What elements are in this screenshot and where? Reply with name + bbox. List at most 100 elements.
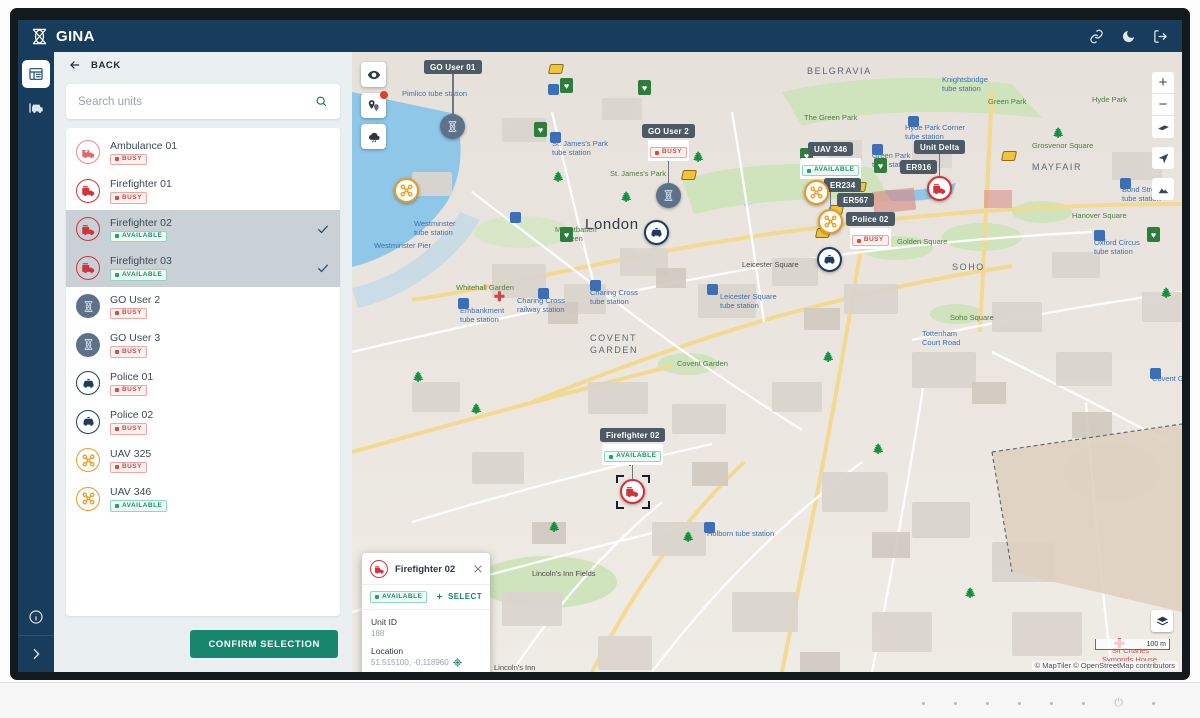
status-badge: BUSY xyxy=(110,346,147,358)
search-input[interactable] xyxy=(78,96,315,108)
status-dot xyxy=(115,196,119,200)
unit-list-item[interactable]: Firefighter 02AVAILABLE xyxy=(66,210,340,249)
map-unit-marker[interactable]: ER916 xyxy=(900,160,937,174)
tube-station-icon xyxy=(1150,368,1161,379)
map-marker-icon[interactable] xyxy=(927,176,952,201)
map-unit-marker[interactable]: Police 02 BUSY xyxy=(846,212,895,249)
map-marker-icon-wrap xyxy=(818,209,843,234)
unit-list-item[interactable]: UAV 325BUSY xyxy=(66,441,340,480)
gps-target-icon[interactable] xyxy=(453,658,462,667)
map-locate-button[interactable] xyxy=(1152,147,1174,169)
moon-icon[interactable] xyxy=(1121,29,1136,44)
unit-list-item[interactable]: GO User 3BUSY xyxy=(66,326,340,365)
popup-select-button[interactable]: SELECT xyxy=(435,592,482,601)
map-unit-marker[interactable] xyxy=(817,247,842,272)
map-marker-icon-wrap xyxy=(656,183,681,208)
unit-popup-card: Firefighter 02 AVAILABLE SELECT Unit ID1… xyxy=(362,553,490,672)
unit-list-item[interactable]: Firefighter 01BUSY xyxy=(66,172,340,211)
map-unit-marker[interactable]: GO User 01 xyxy=(424,60,482,139)
map-marker-icon[interactable] xyxy=(818,209,843,234)
map-marker-icon[interactable] xyxy=(804,180,829,205)
unit-text: GO User 3BUSY xyxy=(110,332,160,358)
tube-station-icon xyxy=(538,288,549,299)
link-icon[interactable] xyxy=(1089,29,1104,44)
map-unit-marker[interactable]: ER567 xyxy=(837,193,874,207)
map-unit-marker[interactable]: ER234 xyxy=(824,178,861,192)
unit-list-item[interactable]: UAV 346AVAILABLE xyxy=(66,480,340,519)
map-unit-marker[interactable]: Firefighter 02AVAILABLE xyxy=(600,428,665,504)
map-unit-marker[interactable]: GO User 2BUSY xyxy=(642,124,695,208)
map-marker-label: Unit Delta xyxy=(914,140,965,154)
map-unit-marker[interactable] xyxy=(394,178,419,203)
map-marker-icon[interactable] xyxy=(644,220,669,245)
map-marker-icon[interactable] xyxy=(817,247,842,272)
status-badge: BUSY xyxy=(110,154,147,166)
status-badge: AVAILABLE xyxy=(110,500,167,512)
map-layers-button[interactable] xyxy=(1151,610,1173,632)
unit-list-item[interactable]: Police 02BUSY xyxy=(66,403,340,442)
map-marker-icon-wrap xyxy=(927,176,952,201)
sidebar-item-info[interactable] xyxy=(18,599,54,635)
map-marker-icon[interactable] xyxy=(440,114,465,139)
sidebar-item-vehicles[interactable] xyxy=(22,94,50,122)
hospital-cross-icon: ✚ xyxy=(494,290,505,303)
map-visibility-button[interactable] xyxy=(361,62,386,87)
status-label: AVAILABLE xyxy=(122,233,162,240)
unit-list-item[interactable]: GO User 2BUSY xyxy=(66,287,340,326)
tree-icon: 🌲 xyxy=(552,172,564,183)
firetruck-icon xyxy=(81,260,96,275)
map-unit-marker[interactable] xyxy=(644,220,669,245)
map-marker-label: Firefighter 02 xyxy=(600,428,665,442)
map-terrain-button[interactable] xyxy=(1152,178,1174,200)
map-tilt-button[interactable] xyxy=(1152,116,1174,138)
map-markers-button[interactable] xyxy=(361,93,386,118)
device-base-indicators: ⏻ xyxy=(922,698,1155,709)
map-place-label: tube station xyxy=(552,149,591,158)
search-box[interactable] xyxy=(66,84,340,119)
close-icon[interactable] xyxy=(473,564,483,574)
map-place-label: tube station xyxy=(720,302,759,311)
status-label: BUSY xyxy=(122,426,142,433)
popup-status-badge: AVAILABLE xyxy=(370,591,427,603)
map-place-label: MAYFAIR xyxy=(1032,162,1082,172)
shield-poi-icon: ♥ xyxy=(560,227,573,242)
unit-avatar xyxy=(76,217,100,241)
base-dot xyxy=(1152,702,1155,705)
sidebar-item-units-list[interactable] xyxy=(22,60,50,88)
status-dot xyxy=(375,595,379,599)
zoom-in-button[interactable]: + xyxy=(1152,72,1174,94)
unit-list-item[interactable]: Police 01BUSY xyxy=(66,364,340,403)
unit-avatar xyxy=(76,448,100,472)
units-panel: BACK Ambulance 01BUSYFirefighter 01BUSYF… xyxy=(54,52,352,672)
status-dot xyxy=(115,504,119,508)
tube-station-icon xyxy=(908,116,919,127)
plus-icon xyxy=(435,592,444,601)
logout-icon[interactable] xyxy=(1153,29,1168,44)
zoom-out-button[interactable]: − xyxy=(1152,94,1174,116)
map-marker-stem xyxy=(668,161,670,183)
unit-list-item[interactable]: Ambulance 01BUSY xyxy=(66,133,340,172)
map-marker-status: AVAILABLE xyxy=(800,158,861,179)
sidebar-expand-button[interactable] xyxy=(18,636,54,672)
search-wrap xyxy=(66,84,340,119)
map-marker-icon[interactable] xyxy=(656,183,681,208)
map-marker-label: Police 02 xyxy=(846,212,895,226)
tube-station-icon xyxy=(510,212,521,223)
left-rail xyxy=(18,52,54,672)
tube-station-icon xyxy=(548,84,559,95)
unit-list-item[interactable]: Firefighter 03AVAILABLE xyxy=(66,249,340,288)
status-label: BUSY xyxy=(662,149,682,156)
map-weather-button[interactable] xyxy=(361,124,386,149)
back-button[interactable]: BACK xyxy=(68,58,121,72)
confirm-selection-button[interactable]: CONFIRM SELECTION xyxy=(190,630,338,658)
map-marker-status: BUSY xyxy=(850,228,891,249)
map-unit-marker[interactable] xyxy=(804,180,829,205)
map-marker-icon[interactable] xyxy=(394,178,419,203)
search-icon[interactable] xyxy=(315,95,328,108)
tree-icon: 🌲 xyxy=(964,588,976,599)
status-dot xyxy=(857,239,861,243)
base-dot xyxy=(922,702,925,705)
check-icon xyxy=(316,261,330,275)
layers-icon xyxy=(1156,615,1169,628)
popup-select-label: SELECT xyxy=(448,592,482,601)
